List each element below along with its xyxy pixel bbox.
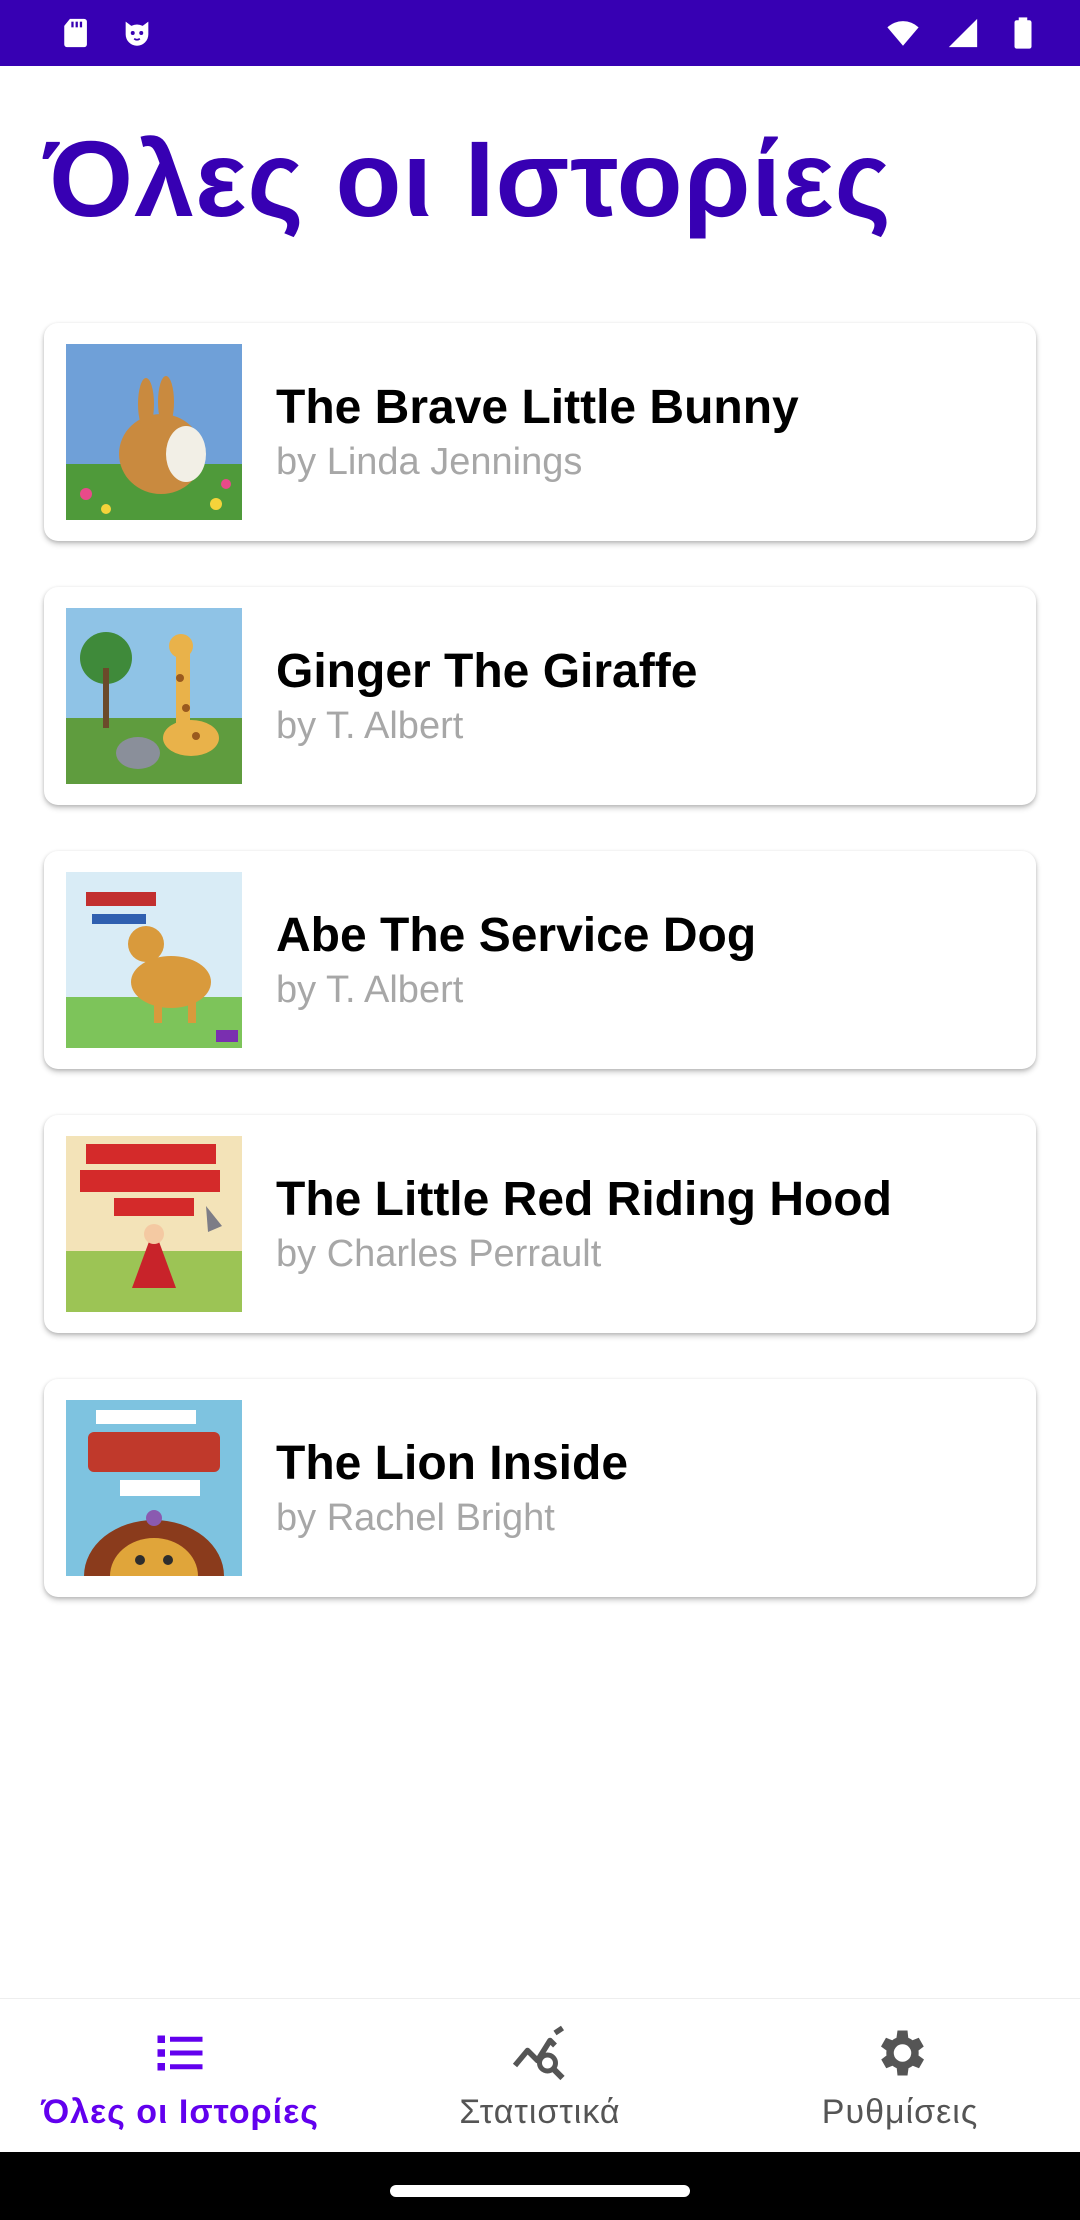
story-text: Abe The Service Dog by T. Albert xyxy=(276,908,756,1012)
bunny-cover-icon xyxy=(66,344,242,520)
wifi-icon xyxy=(887,21,919,46)
nav-item-statistics[interactable]: Στατιστικά xyxy=(360,1999,720,2152)
gear-icon xyxy=(881,2030,924,2076)
lion-cover-icon xyxy=(66,1400,242,1576)
nav-item-settings[interactable]: Ρυθμίσεις xyxy=(720,1999,1080,2152)
story-title: Ginger The Giraffe xyxy=(276,644,698,698)
story-text: The Little Red Riding Hood by Charles Pe… xyxy=(276,1172,892,1276)
story-author: by T. Albert xyxy=(276,969,464,1012)
story-text: Ginger The Giraffe by T. Albert xyxy=(276,644,697,748)
story-author: by Charles Perrault xyxy=(276,1233,602,1276)
dog-cover-icon xyxy=(66,872,242,1048)
riding-hood-cover-icon xyxy=(66,1136,242,1312)
giraffe-cover-icon xyxy=(66,608,242,784)
bottom-navigation: Όλες οι Ιστορίες Στατιστικά Ρυθμίσεις xyxy=(0,1998,1080,2152)
sd-card-icon xyxy=(64,18,87,48)
status-right-icons xyxy=(886,16,1040,50)
list-icon xyxy=(157,2035,203,2071)
story-text: The Brave Little Bunny by Linda Jennings xyxy=(276,380,799,484)
story-author: by Rachel Bright xyxy=(276,1497,555,1540)
story-card[interactable]: The Little Red Riding Hood by Charles Pe… xyxy=(44,1115,1036,1333)
nav-item-all-stories[interactable]: Όλες οι Ιστορίες xyxy=(0,1999,360,2152)
story-text: The Lion Inside by Rachel Bright xyxy=(276,1436,628,1540)
story-title: Abe The Service Dog xyxy=(276,908,757,962)
battery-icon xyxy=(1014,17,1032,49)
story-author: by T. Albert xyxy=(276,705,464,748)
nav-label: Όλες οι Ιστορίες xyxy=(41,2093,319,2131)
nav-label: Ρυθμίσεις xyxy=(821,2093,979,2131)
status-left-icons xyxy=(60,16,154,50)
story-card[interactable]: Ginger The Giraffe by T. Albert xyxy=(44,587,1036,805)
story-title: The Little Red Riding Hood xyxy=(276,1172,892,1226)
signal-icon xyxy=(948,18,978,48)
home-gesture-handle[interactable] xyxy=(390,2185,690,2197)
nav-label: Στατιστικά xyxy=(459,2093,621,2131)
story-card[interactable]: The Brave Little Bunny by Linda Jennings xyxy=(44,323,1036,541)
story-card[interactable]: The Lion Inside by Rachel Bright xyxy=(44,1379,1036,1597)
page-title: Όλες οι Ιστορίες xyxy=(44,118,892,239)
analytics-icon xyxy=(512,2025,565,2081)
cat-face-icon xyxy=(125,21,149,46)
story-title: The Lion Inside xyxy=(276,1436,629,1490)
story-list: The Brave Little Bunny by Linda Jennings… xyxy=(44,323,1036,1643)
story-card[interactable]: Abe The Service Dog by T. Albert xyxy=(44,851,1036,1069)
story-title: The Brave Little Bunny xyxy=(276,380,799,434)
story-author: by Linda Jennings xyxy=(276,441,583,484)
status-bar xyxy=(0,0,1080,66)
gesture-bar xyxy=(0,2152,1080,2220)
